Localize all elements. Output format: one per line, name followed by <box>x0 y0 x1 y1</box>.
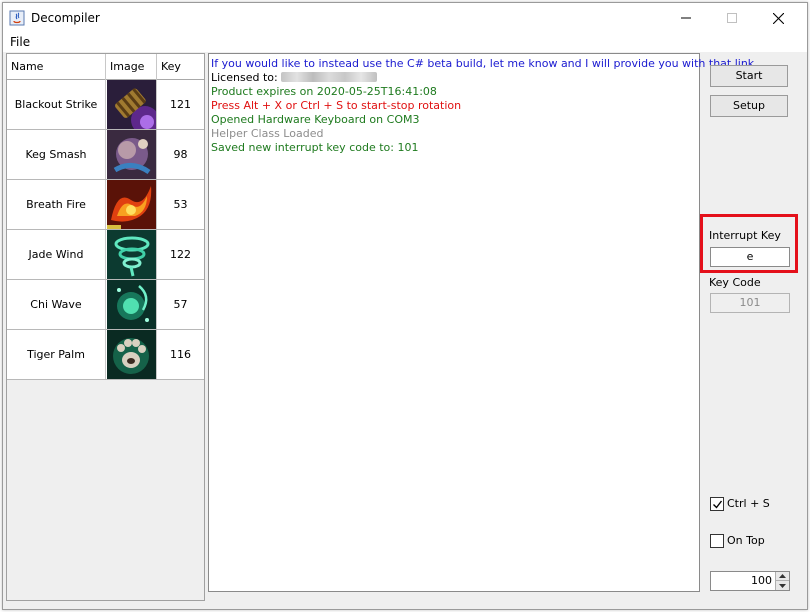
log-output[interactable]: If you would like to instead use the C# … <box>208 53 758 592</box>
key-code-field: 101 <box>710 293 790 313</box>
keg-smash-icon <box>107 130 156 179</box>
log-line: Product expires on 2020-05-25T16:41:08 <box>211 85 437 98</box>
on-top-checkbox[interactable] <box>710 534 724 548</box>
log-line: Helper Class Loaded <box>211 127 324 140</box>
column-header-key[interactable]: Key <box>157 54 204 80</box>
spell-table: Name Image Key Blackout Strike 121 Keg S… <box>6 53 205 601</box>
start-button[interactable]: Start <box>710 65 788 87</box>
java-app-icon <box>9 10 25 26</box>
table-row[interactable]: Keg Smash 98 <box>7 130 204 180</box>
minimize-button[interactable] <box>663 3 709 33</box>
jade-wind-icon <box>107 230 156 279</box>
row-key: 121 <box>170 98 191 111</box>
row-key: 98 <box>173 148 188 161</box>
row-image <box>106 280 157 329</box>
menu-file[interactable]: File <box>10 35 30 49</box>
table-row[interactable]: Chi Wave 57 <box>7 280 204 330</box>
row-image <box>106 130 157 179</box>
log-line: Press Alt + X or Ctrl + S to start-stop … <box>211 99 462 112</box>
row-name: Keg Smash <box>7 130 106 179</box>
window-title: Decompiler <box>31 11 100 25</box>
arrow-up-icon <box>779 574 786 578</box>
blackout-strike-icon <box>107 80 156 129</box>
menu-bar: File <box>3 33 807 52</box>
row-name: Blackout Strike <box>7 80 106 129</box>
number-spinner[interactable]: 100 <box>710 571 790 591</box>
key-code-label: Key Code <box>709 276 761 289</box>
table-row[interactable]: Breath Fire 53 <box>7 180 204 230</box>
table-header: Name Image Key <box>7 54 204 80</box>
row-name: Jade Wind <box>7 230 106 279</box>
on-top-label[interactable]: On Top <box>727 534 765 547</box>
title-bar: Decompiler <box>3 3 807 33</box>
close-button[interactable] <box>755 3 801 33</box>
ctrl-s-label[interactable]: Ctrl + S <box>727 497 770 510</box>
checkmark-icon <box>713 500 723 509</box>
decompiler-window: Decompiler File Name Image Key Blackout … <box>2 2 808 610</box>
row-name: Breath Fire <box>7 180 106 229</box>
row-key: 57 <box>173 298 188 311</box>
row-key: 53 <box>173 198 188 211</box>
row-key: 116 <box>170 348 191 361</box>
row-image <box>106 80 157 129</box>
interrupt-key-label: Interrupt Key <box>709 229 781 242</box>
row-image <box>106 230 157 279</box>
log-line-text: Licensed to: <box>211 71 282 84</box>
row-name: Tiger Palm <box>7 330 106 379</box>
minimize-icon <box>681 17 691 19</box>
close-icon <box>772 12 784 24</box>
log-line: Licensed to: <box>211 71 697 85</box>
table-row[interactable]: Jade Wind 122 <box>7 230 204 280</box>
chi-wave-icon <box>107 280 156 329</box>
ctrl-s-checkbox[interactable] <box>710 497 724 511</box>
spinner-up-button[interactable] <box>775 572 789 581</box>
table-row[interactable]: Blackout Strike 121 <box>7 80 204 130</box>
column-header-image[interactable]: Image <box>106 54 157 80</box>
redacted-license-blur <box>281 72 378 82</box>
spinner-down-button[interactable] <box>775 581 789 590</box>
row-name: Chi Wave <box>7 280 106 329</box>
setup-button[interactable]: Setup <box>710 95 788 117</box>
maximize-button[interactable] <box>709 3 755 33</box>
row-image <box>106 180 157 229</box>
row-key: 122 <box>170 248 191 261</box>
maximize-icon <box>727 13 737 23</box>
table-row[interactable]: Tiger Palm 116 <box>7 330 204 380</box>
spinner-value[interactable]: 100 <box>751 572 772 590</box>
row-image <box>106 330 157 379</box>
tiger-palm-icon <box>107 330 156 379</box>
log-line: Saved new interrupt key code to: 101 <box>211 141 419 154</box>
log-line: Opened Hardware Keyboard on COM3 <box>211 113 420 126</box>
column-header-name[interactable]: Name <box>7 54 106 80</box>
log-line: If you would like to instead use the C# … <box>211 57 758 70</box>
interrupt-key-input[interactable]: e <box>710 247 790 267</box>
arrow-down-icon <box>779 583 786 588</box>
breath-fire-icon <box>107 180 156 229</box>
